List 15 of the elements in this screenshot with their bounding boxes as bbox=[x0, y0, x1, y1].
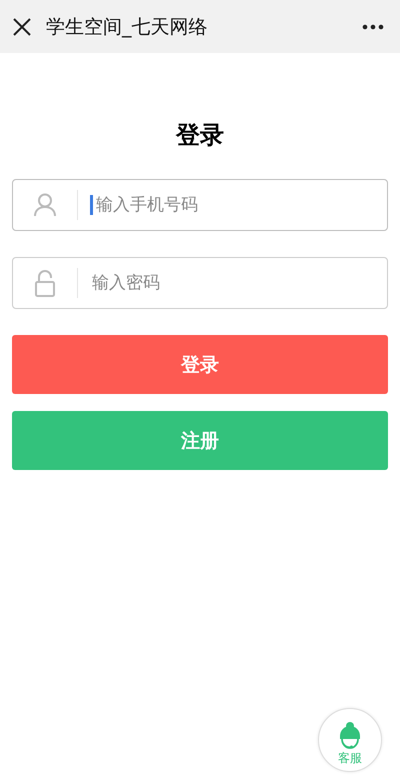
more-icon[interactable] bbox=[362, 24, 384, 30]
phone-input[interactable]: 输入手机号码 bbox=[94, 194, 387, 216]
login-button[interactable]: 登录 bbox=[12, 335, 388, 394]
phone-field[interactable]: 输入手机号码 bbox=[12, 179, 388, 231]
close-icon[interactable] bbox=[12, 16, 32, 36]
window-title: 学生空间_七天网络 bbox=[46, 14, 208, 40]
password-input[interactable]: 输入密码 bbox=[90, 272, 387, 294]
customer-service-button[interactable]: 客服 bbox=[318, 708, 382, 772]
user-icon bbox=[34, 193, 56, 217]
register-button[interactable]: 注册 bbox=[12, 411, 388, 470]
page-heading: 登录 bbox=[174, 120, 225, 151]
lock-icon bbox=[35, 269, 55, 297]
password-field[interactable]: 输入密码 bbox=[12, 257, 388, 309]
service-label: 客服 bbox=[338, 751, 362, 765]
text-cursor bbox=[90, 195, 93, 215]
